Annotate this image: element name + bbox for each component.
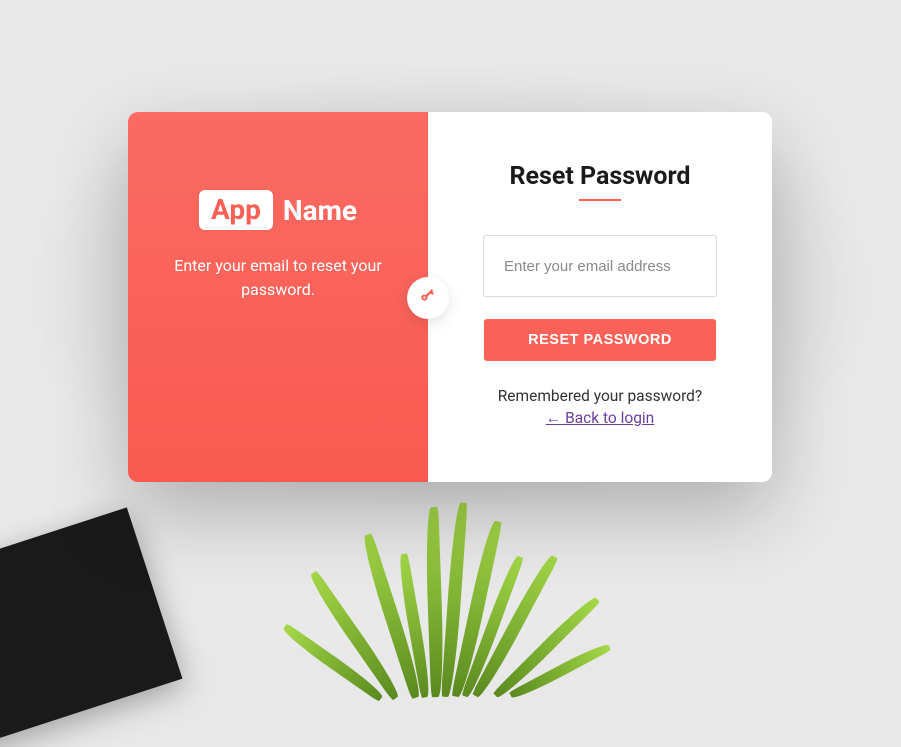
back-to-login-link[interactable]: ← Back to login [546, 409, 655, 428]
title-underline [579, 199, 621, 201]
logo-name-text: Name [283, 194, 357, 227]
logo-badge-text: App [199, 190, 273, 230]
form-title: Reset Password [509, 162, 690, 191]
remembered-text: Remembered your password? [498, 387, 703, 405]
reset-password-button[interactable]: RESET PASSWORD [484, 319, 716, 361]
panel-subtitle: Enter your email to reset your password. [128, 254, 428, 302]
info-panel: App Name Enter your email to reset your … [128, 112, 428, 482]
key-icon-badge [407, 277, 449, 319]
reset-password-card: App Name Enter your email to reset your … [128, 112, 772, 482]
app-logo: App Name [199, 190, 357, 230]
form-panel: Reset Password RESET PASSWORD Remembered… [428, 112, 772, 482]
key-icon [419, 287, 437, 309]
email-field[interactable] [483, 235, 717, 297]
